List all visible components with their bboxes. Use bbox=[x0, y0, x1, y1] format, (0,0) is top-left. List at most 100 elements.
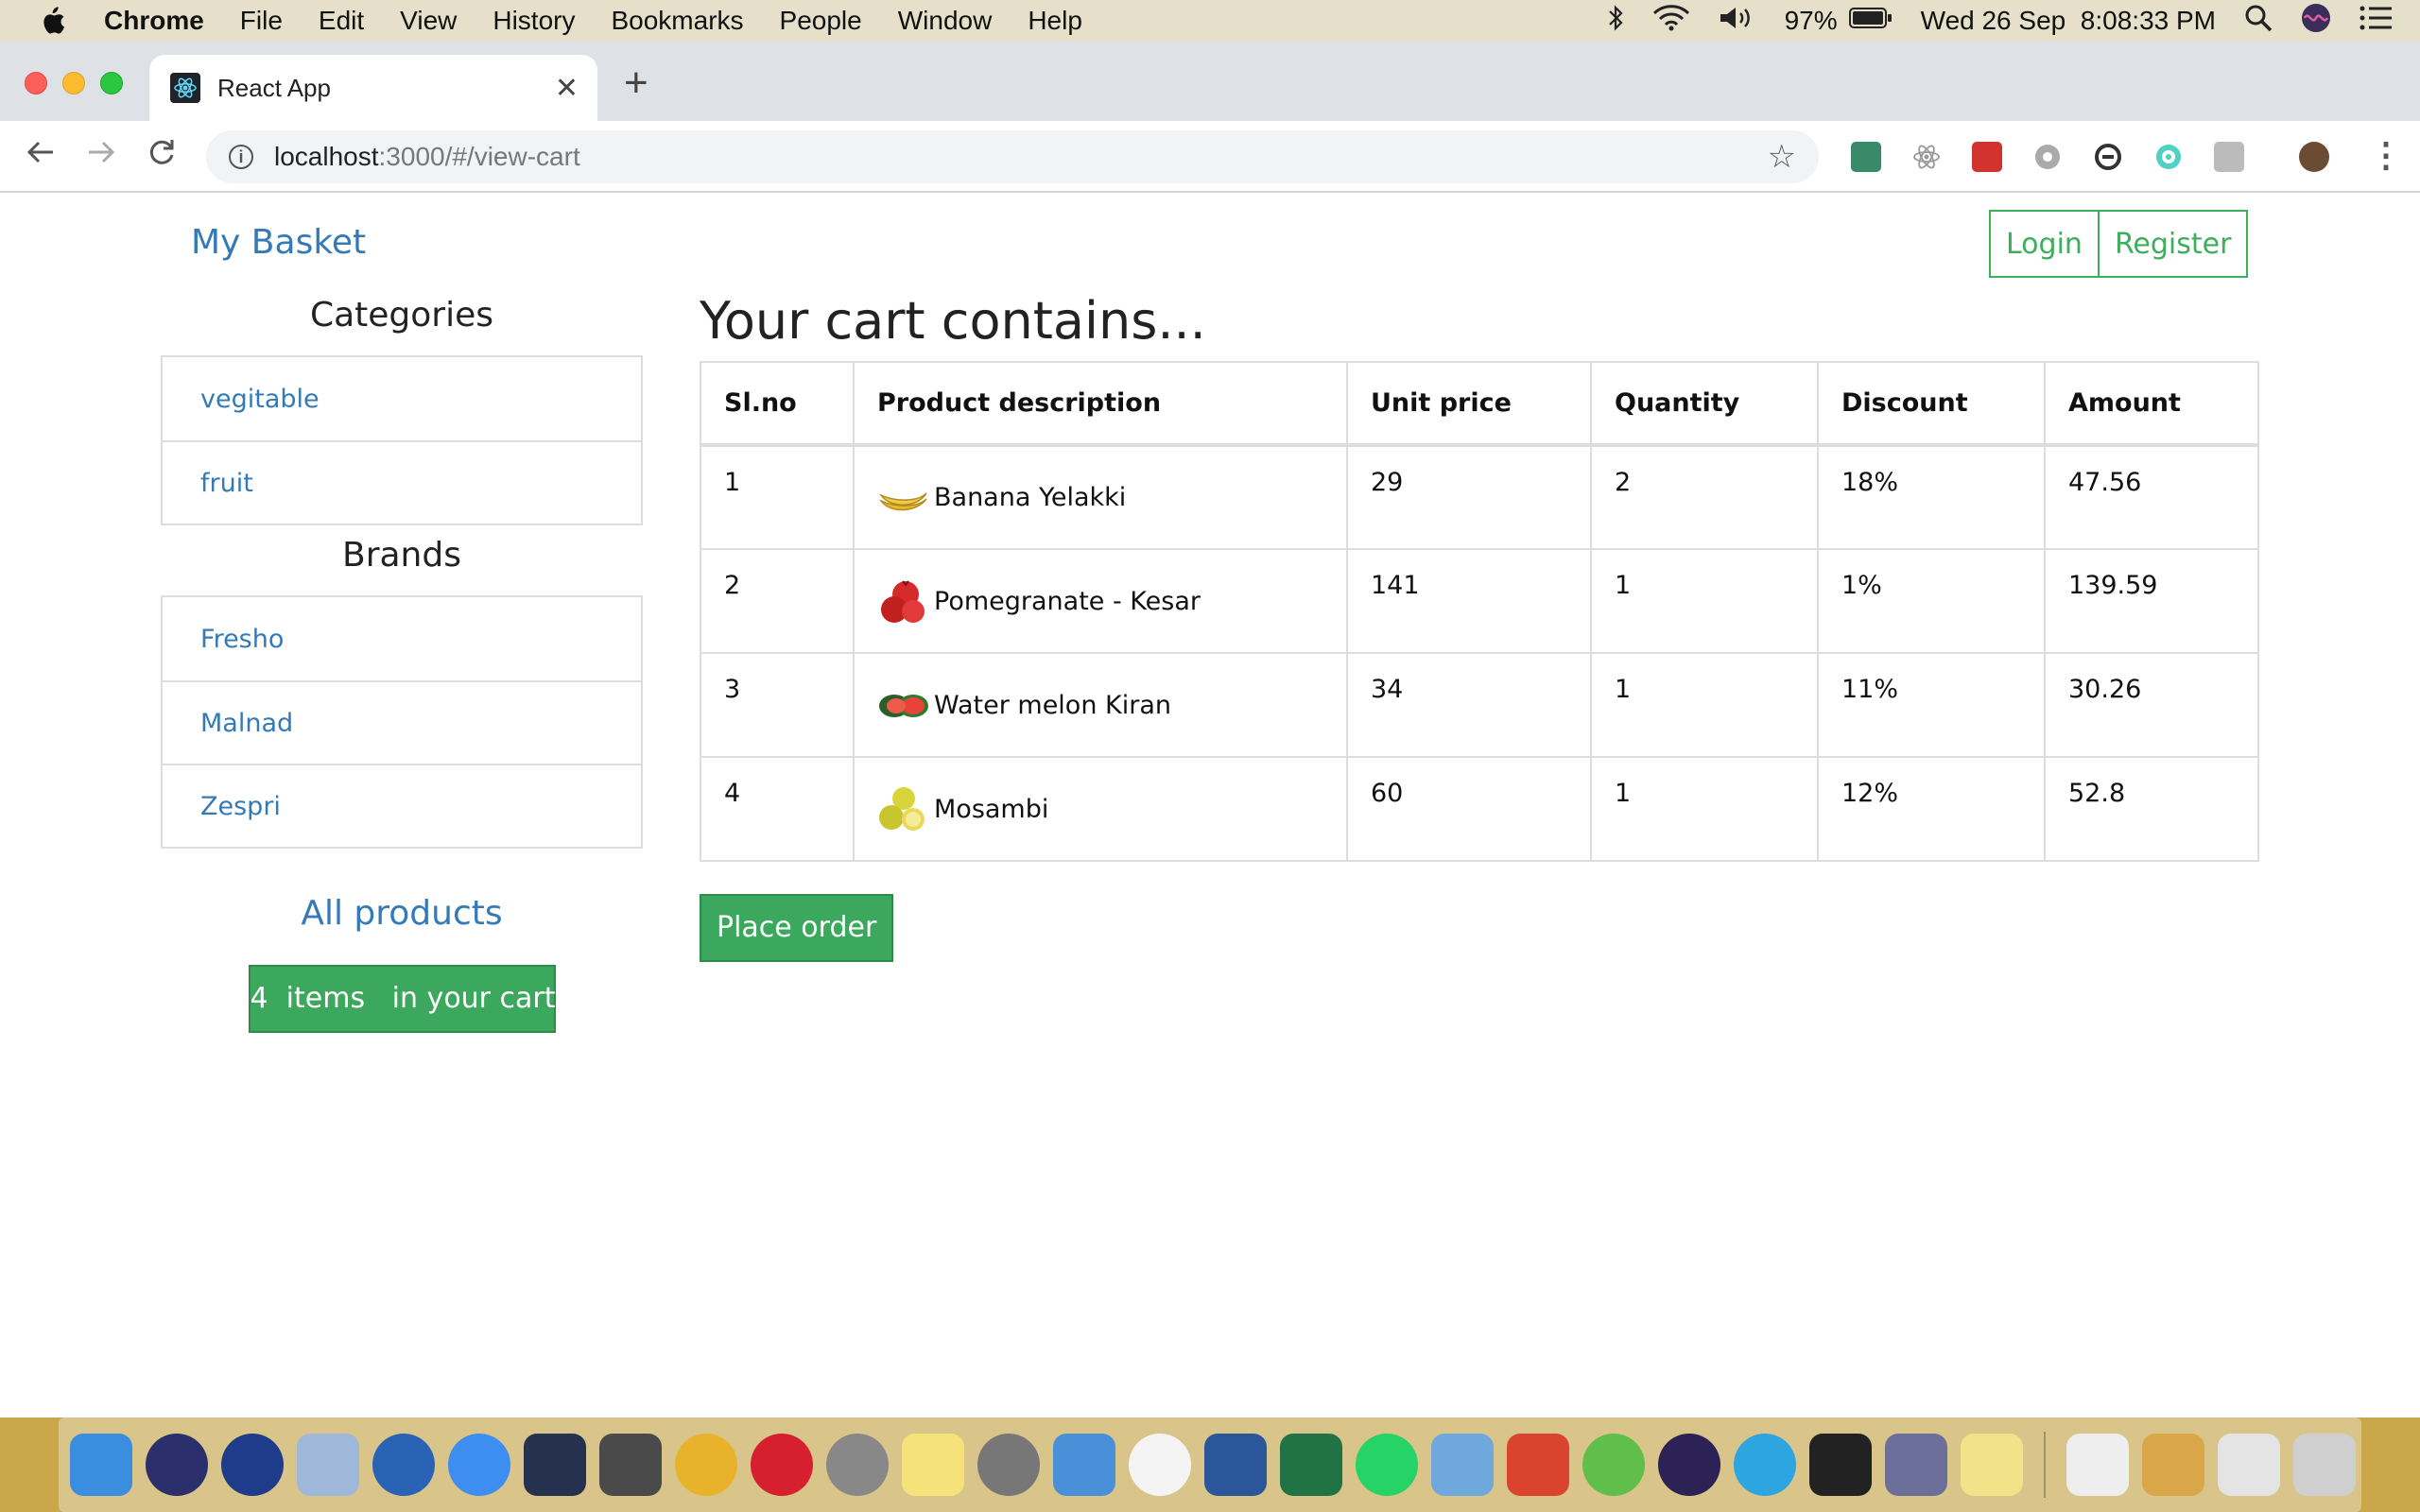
notes-icon[interactable] bbox=[902, 1434, 964, 1496]
eclipse-icon[interactable] bbox=[1658, 1434, 1720, 1496]
downloads-stack-icon[interactable] bbox=[2142, 1434, 2204, 1496]
preview-icon[interactable] bbox=[1885, 1434, 1947, 1496]
brands-heading: Brands bbox=[342, 536, 461, 575]
menu-window[interactable]: Window bbox=[880, 6, 1011, 36]
back-arrow-icon[interactable] bbox=[25, 136, 57, 174]
wifi-icon[interactable] bbox=[1652, 4, 1690, 38]
category-item-fruit[interactable]: fruit bbox=[163, 440, 641, 524]
menu-file[interactable]: File bbox=[222, 6, 301, 36]
all-products-link[interactable]: All products bbox=[161, 894, 643, 933]
terminal-icon[interactable] bbox=[1809, 1434, 1872, 1496]
auth-buttons: Login Register bbox=[1989, 210, 2249, 278]
bluetooth-icon[interactable] bbox=[1607, 4, 1624, 39]
url-host: localhost bbox=[274, 142, 379, 171]
chrome-dock-icon[interactable] bbox=[675, 1434, 737, 1496]
brand-item-fresho[interactable]: Fresho bbox=[163, 597, 641, 680]
itunes-icon[interactable] bbox=[1129, 1434, 1191, 1496]
register-button[interactable]: Register bbox=[2099, 210, 2249, 278]
pomegranate-icon bbox=[877, 577, 930, 625]
maximize-window-button[interactable] bbox=[100, 72, 123, 94]
siri-dock-icon[interactable] bbox=[146, 1434, 208, 1496]
bookmark-star-icon[interactable]: ☆ bbox=[1768, 138, 1796, 176]
mamp-stack-icon[interactable] bbox=[2218, 1434, 2280, 1496]
site-info-icon[interactable]: i bbox=[229, 145, 253, 169]
trash-icon[interactable] bbox=[2293, 1434, 2356, 1496]
brand-item-zespri[interactable]: Zespri bbox=[163, 764, 641, 847]
sequel-pro-icon[interactable] bbox=[826, 1434, 889, 1496]
cell-product: Banana Yelakki bbox=[853, 444, 1348, 550]
mail-icon[interactable] bbox=[297, 1434, 359, 1496]
menu-edit[interactable]: Edit bbox=[301, 6, 382, 36]
product-name: Mosambi bbox=[934, 794, 1049, 824]
whatsapp-icon[interactable] bbox=[1356, 1434, 1418, 1496]
word-icon[interactable] bbox=[1204, 1434, 1267, 1496]
extension-react-devtools-icon[interactable] bbox=[1911, 142, 1942, 172]
excel-icon[interactable] bbox=[1280, 1434, 1342, 1496]
web-page: My Basket Login Register Categories vegi… bbox=[0, 193, 2420, 1418]
address-bar[interactable]: i localhost:3000/#/view-cart ☆ bbox=[206, 130, 1819, 183]
finder-icon[interactable] bbox=[70, 1434, 132, 1496]
quicktime-icon[interactable] bbox=[372, 1434, 435, 1496]
audacity-icon[interactable] bbox=[221, 1434, 284, 1496]
brand-link[interactable]: My Basket bbox=[191, 223, 366, 262]
command-file-icon[interactable] bbox=[2066, 1434, 2129, 1496]
remote-desktop-icon[interactable] bbox=[1507, 1434, 1569, 1496]
brands-list: Fresho Malnad Zespri bbox=[161, 595, 643, 849]
chrome-menu-icon[interactable]: ⋮ bbox=[2369, 138, 2403, 172]
menu-view[interactable]: View bbox=[382, 6, 475, 36]
opera-icon[interactable] bbox=[751, 1434, 813, 1496]
brand-item-malnad[interactable]: Malnad bbox=[163, 680, 641, 764]
sourcetree-icon[interactable] bbox=[1582, 1434, 1645, 1496]
keynote-icon[interactable] bbox=[1053, 1434, 1115, 1496]
cell-amount: 52.8 bbox=[2044, 756, 2259, 862]
sublime-text-icon[interactable] bbox=[599, 1434, 662, 1496]
macos-dock bbox=[59, 1418, 2361, 1512]
extension-screenshot-icon[interactable] bbox=[1851, 142, 1881, 172]
forward-arrow-icon[interactable] bbox=[85, 136, 117, 174]
cell-quantity: 1 bbox=[1590, 548, 1819, 654]
menu-help[interactable]: Help bbox=[1010, 6, 1100, 36]
product-cell: Mosambi bbox=[877, 785, 1323, 833]
profile-avatar[interactable] bbox=[2299, 142, 2329, 172]
volume-icon[interactable] bbox=[1719, 5, 1756, 38]
table-row: 2 Pomegranate - Kesar 141 1 1% 139.59 bbox=[700, 548, 2259, 654]
notification-center-icon[interactable] bbox=[2360, 6, 2392, 37]
cell-unit-price: 141 bbox=[1346, 548, 1592, 654]
extension-r-icon[interactable] bbox=[2214, 142, 2244, 172]
menu-app-name[interactable]: Chrome bbox=[104, 6, 222, 36]
product-cell: Pomegranate - Kesar bbox=[877, 577, 1323, 625]
telegram-icon[interactable] bbox=[1734, 1434, 1796, 1496]
extension-sync-icon[interactable] bbox=[2093, 142, 2123, 172]
menu-history[interactable]: History bbox=[475, 6, 593, 36]
minimize-window-button[interactable] bbox=[62, 72, 85, 94]
category-item-vegitable[interactable]: vegitable bbox=[163, 357, 641, 440]
reload-icon[interactable] bbox=[146, 136, 178, 174]
login-button[interactable]: Login bbox=[1989, 210, 2100, 278]
new-tab-button[interactable]: + bbox=[624, 62, 648, 104]
extension-settings-icon[interactable] bbox=[2032, 142, 2063, 172]
categories-list: vegitable fruit bbox=[161, 355, 643, 525]
battery-icon[interactable] bbox=[1848, 6, 1893, 36]
cart-count-button[interactable]: 4 items in your cart. bbox=[248, 965, 564, 1033]
system-preferences-icon[interactable] bbox=[977, 1434, 1040, 1496]
stickies-icon[interactable] bbox=[1961, 1434, 2023, 1496]
cell-slno: 4 bbox=[700, 756, 855, 862]
cell-discount: 18% bbox=[1817, 444, 2046, 550]
siri-icon[interactable] bbox=[2301, 3, 2331, 40]
parallels-icon[interactable] bbox=[1431, 1434, 1494, 1496]
menu-people[interactable]: People bbox=[762, 6, 880, 36]
menu-bookmarks[interactable]: Bookmarks bbox=[593, 6, 761, 36]
spotlight-search-icon[interactable] bbox=[2244, 4, 2273, 39]
close-tab-icon[interactable]: ✕ bbox=[555, 72, 579, 105]
cell-amount: 139.59 bbox=[2044, 548, 2259, 654]
apple-logo-icon[interactable] bbox=[0, 6, 104, 36]
place-order-button[interactable]: Place order bbox=[700, 894, 894, 962]
clock[interactable]: Wed 26 Sep 8:08:33 PM bbox=[1921, 6, 2216, 36]
extension-target-icon[interactable] bbox=[2153, 142, 2184, 172]
extension-redux-icon[interactable] bbox=[1972, 142, 2002, 172]
close-window-button[interactable] bbox=[25, 72, 47, 94]
vscode-icon[interactable] bbox=[524, 1434, 586, 1496]
safari-icon[interactable] bbox=[448, 1434, 510, 1496]
product-cell: Water melon Kiran bbox=[877, 681, 1323, 729]
tab-react-app[interactable]: React App ✕ bbox=[149, 55, 597, 121]
